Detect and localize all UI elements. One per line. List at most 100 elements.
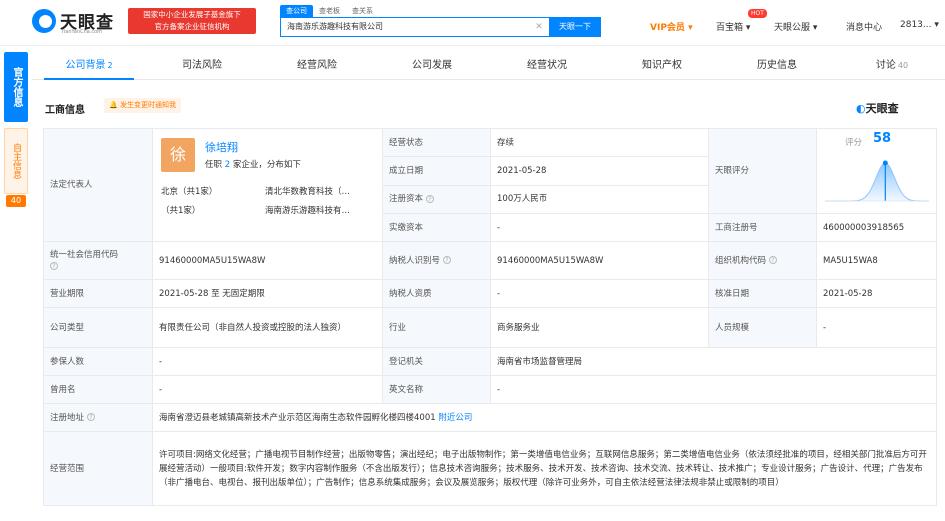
tab-discussion[interactable]: 讨论 40 (847, 54, 937, 80)
search-tabs: 查公司 查老板 查关系 (280, 5, 379, 17)
type-value: 有限责任公司（非自然人投资或控股的法人独资） (152, 307, 383, 348)
brand-watermark: ◐天眼查 (856, 100, 899, 116)
capital-value: 100万人民币 (490, 184, 709, 215)
logo-eye-icon (32, 9, 56, 33)
address-label: 注册地址? (43, 403, 153, 432)
chevron-down-icon: ▾ (745, 23, 751, 33)
status-value: 存续 (490, 127, 709, 158)
business-info-table: 法定代表人 徐 徐培翔 任职 2 家企业，分布如下 北京（共1家） 清北华数教育… (43, 127, 937, 506)
service-label: 天眼公服 (774, 23, 811, 33)
tab-intellectual-property[interactable]: 知识产权 (617, 54, 707, 80)
top-bar: 天眼查 TianYanCha.com 国家中小企业发展子基金旗下 官方备案企业征… (0, 0, 945, 46)
brand-eye-icon: ◐ (856, 102, 866, 115)
search-tab-company[interactable]: 查公司 (280, 5, 313, 17)
score-cell[interactable]: 评分 58 (816, 128, 937, 214)
hot-badge: HOT (748, 9, 767, 18)
address-value: 海南省澄迈县老城镇高新技术产业示范区海南生态软件园孵化楼四楼4001 附近公司 (152, 403, 937, 432)
taxpayer-value: 91460000MA5U15WA8W (490, 241, 709, 280)
tab-label: 经营状况 (527, 60, 567, 71)
org-label: 组织机构代码? (708, 241, 817, 280)
approve-value: 2021-05-28 (816, 279, 937, 308)
clear-icon[interactable]: ✕ (534, 22, 544, 32)
rep-region-2: （共1家） (161, 206, 201, 216)
search-input[interactable]: 海南游乐游趣科技有限公司 (280, 17, 550, 37)
site-logo[interactable]: 天眼查 TianYanCha.com (32, 8, 122, 38)
credit-label-text: 统一社会信用代码 (50, 249, 119, 260)
score-block-label: 天眼评分 (708, 128, 817, 214)
tab-history[interactable]: 历史信息 (732, 54, 822, 80)
insured-label: 参保人数 (43, 347, 153, 376)
tab-company-development[interactable]: 公司发展 (387, 54, 477, 80)
score-distribution-area (825, 163, 929, 201)
change-notify-button[interactable]: 🔔 发生变更时通知我 (104, 98, 181, 113)
search-tab-boss[interactable]: 查老板 (313, 5, 346, 17)
industry-label: 行业 (382, 307, 491, 348)
message-center[interactable]: 消息中心 (846, 20, 882, 33)
tab-label: 公司发展 (412, 60, 452, 71)
taxpayer-label-text: 纳税人识别号 (389, 255, 441, 266)
self-info-count: 40 (6, 195, 26, 207)
staff-label: 人员规模 (708, 307, 817, 348)
tab-legal-risk[interactable]: 司法风险 (157, 54, 247, 80)
en-label: 英文名称 (382, 375, 491, 404)
rep-avatar[interactable]: 徐 (161, 138, 195, 172)
credit-label: 统一社会信用代码? (43, 241, 153, 280)
chevron-down-icon: ▾ (688, 23, 693, 33)
rep-sub-suffix: 家企业，分布如下 (232, 160, 301, 170)
tab-label: 公司背景 (65, 60, 106, 71)
vip-menu[interactable]: VIP会员 ▾ (650, 20, 693, 33)
search-button[interactable]: 天眼一下 (549, 17, 601, 37)
credit-value: 91460000MA5U15WA8W (152, 241, 383, 280)
staff-value: - (816, 307, 937, 348)
founded-value: 2021-05-28 (490, 156, 709, 186)
rep-company-2-link[interactable]: 海南游乐游趣科技有… (265, 205, 350, 217)
baibao-label: 百宝箱 (716, 23, 744, 33)
tab-label: 历史信息 (757, 60, 797, 71)
tab-company-background[interactable]: 公司背景 2 (44, 54, 134, 80)
baibao-menu[interactable]: 百宝箱 ▾ (716, 20, 750, 33)
org-value: MA5U15WA8 (816, 241, 937, 280)
search-tab-relation[interactable]: 查关系 (346, 5, 379, 17)
taxpayer-label: 纳税人识别号? (382, 241, 491, 280)
tab-business-status[interactable]: 经营状况 (502, 54, 592, 80)
slogan-banner: 国家中小企业发展子基金旗下 官方备案企业征信机构 (128, 8, 256, 34)
slogan-line-2: 官方备案企业征信机构 (154, 22, 230, 31)
former-value: - (152, 375, 383, 404)
rep-name-link[interactable]: 徐培翔 (205, 142, 238, 154)
insured-value: - (152, 347, 383, 376)
scope-label: 经营范围 (43, 431, 153, 506)
tab-label: 讨论 (875, 60, 896, 71)
official-info-badge[interactable]: 官方信息 (4, 52, 28, 122)
help-icon[interactable]: ? (50, 262, 58, 270)
help-icon[interactable]: ? (769, 256, 778, 264)
self-info-badge[interactable]: 自主信息 (4, 128, 28, 194)
help-icon[interactable]: ? (426, 194, 435, 203)
nearby-companies-link[interactable]: 附近公司 (438, 413, 472, 423)
brand-text: 天眼查 (865, 102, 899, 115)
tab-count: 2 (107, 61, 113, 70)
authority-label: 登记机关 (382, 347, 491, 376)
logo-subtext: TianYanCha.com (61, 29, 103, 35)
user-menu[interactable]: 2813... ▾ (900, 20, 939, 30)
paid-value: - (490, 213, 709, 242)
rep-company-1-link[interactable]: 清北华数教育科技（… (265, 186, 350, 198)
bell-icon: 🔔 (109, 101, 118, 109)
help-icon[interactable]: ? (443, 256, 452, 264)
industry-value: 商务服务业 (490, 307, 709, 348)
help-icon[interactable]: ? (87, 413, 96, 421)
taxq-label: 纳税人资质 (382, 279, 491, 308)
taxq-value: - (490, 279, 709, 308)
reg-no-label: 工商注册号 (708, 213, 817, 242)
rep-region-1: 北京（共1家） (161, 187, 218, 197)
chevron-down-icon: ▾ (934, 20, 939, 30)
service-menu[interactable]: 天眼公服 ▾ (774, 20, 817, 33)
rep-company-count: 2 (224, 160, 231, 170)
score-label: 评分 (845, 138, 863, 148)
status-label: 经营状态 (382, 127, 491, 158)
company-tabs: 公司背景 2 司法风险 经营风险 公司发展 经营状况 知识产权 历史信息 讨论 40 (32, 54, 945, 80)
change-notify-label: 发生变更时通知我 (119, 101, 176, 109)
capital-label: 注册资本? (382, 184, 491, 215)
tab-business-risk[interactable]: 经营风险 (272, 54, 362, 80)
rep-sub-prefix: 任职 (205, 160, 223, 170)
chevron-down-icon: ▾ (812, 23, 818, 33)
